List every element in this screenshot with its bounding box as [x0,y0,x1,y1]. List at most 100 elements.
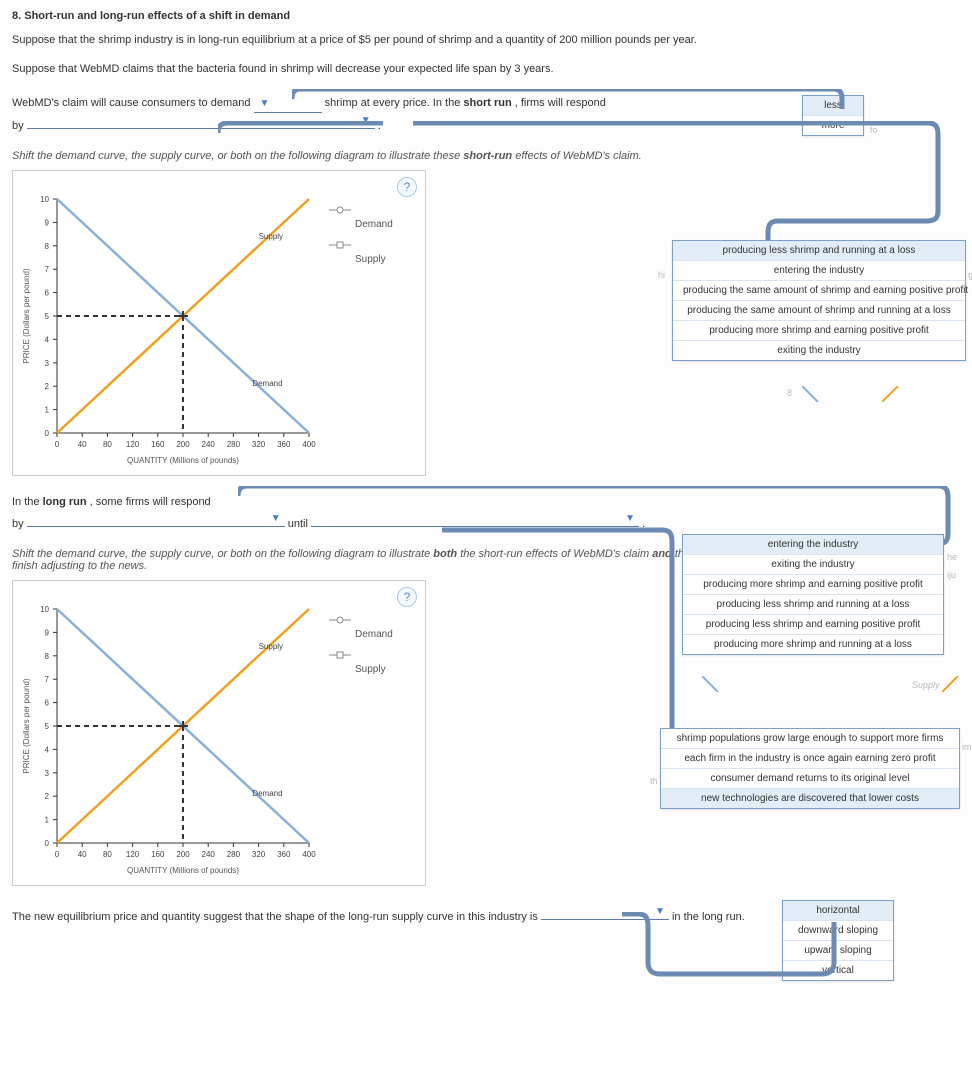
svg-text:Demand: Demand [252,789,282,798]
dropdown-option[interactable]: producing less shrimp and running at a l… [673,241,965,261]
text-fragment: , firms will respond [515,97,606,109]
legend-label: Supply [355,254,386,265]
dropdown-option[interactable]: downward sloping [783,921,893,941]
text-bold: and [652,548,672,560]
dropdown-long-run-response[interactable]: ▼ [27,511,285,527]
legend-symbol-demand [329,615,351,625]
dropdown-short-run-response[interactable]: ▼ [27,113,375,129]
dropdown-option[interactable]: new technologies are discovered that low… [661,789,959,808]
text-fragment: by [12,120,27,132]
ghost-text: hi [658,270,665,280]
svg-text:9: 9 [45,218,50,227]
svg-text:8: 8 [45,652,50,661]
dropdown-option[interactable]: producing less shrimp and running at a l… [683,595,943,615]
svg-text:7: 7 [45,265,50,274]
ghost-line [882,386,902,402]
text-fragment: Shift the demand curve, the supply curve… [12,150,463,162]
help-icon[interactable]: ? [397,177,417,197]
svg-text:200: 200 [176,850,190,859]
dropdown-option[interactable]: less [803,96,863,116]
legend-symbol-demand [329,205,351,215]
dropdown-option[interactable]: shrimp populations grow large enough to … [661,729,959,749]
dropdown-option[interactable]: horizontal [783,901,893,921]
text-fragment: by [12,518,27,530]
dropdown-until-condition[interactable]: ▼ [311,511,639,527]
dropdown-option[interactable]: producing the same amount of shrimp and … [673,281,965,301]
svg-text:4: 4 [45,745,50,754]
dropdown-options-until[interactable]: shrimp populations grow large enough to … [660,728,960,809]
svg-text:QUANTITY (Millions of pounds): QUANTITY (Millions of pounds) [127,456,239,465]
dropdown-option[interactable]: consumer demand returns to its original … [661,769,959,789]
dropdown-option[interactable]: exiting the industry [683,555,943,575]
svg-text:10: 10 [40,605,49,614]
dropdown-option[interactable]: upward sloping [783,941,893,961]
text-fragment: the short-run effects of WebMD's claim [460,548,652,560]
svg-text:9: 9 [45,628,50,637]
ghost-text: im [962,742,972,752]
intro-paragraph-1: Suppose that the shrimp industry is in l… [12,32,960,49]
svg-text:1: 1 [45,816,50,825]
svg-text:0: 0 [55,440,60,449]
caret-down-icon: ▼ [258,98,270,109]
dropdown-option[interactable]: producing more shrimp and running at a l… [683,635,943,654]
chart-legend: Demand Supply [329,201,393,269]
svg-text:7: 7 [45,675,50,684]
dropdown-option[interactable]: vertical [783,961,893,980]
svg-text:360: 360 [277,850,291,859]
svg-text:0: 0 [55,850,60,859]
svg-text:400: 400 [302,440,316,449]
legend-label: Supply [355,664,386,675]
ghost-text: grar [968,270,972,280]
svg-text:280: 280 [227,440,241,449]
diagram-1[interactable]: ? 04080120160200240280320360400012345678… [12,170,426,476]
dropdown-option[interactable]: entering the industry [683,535,943,555]
dropdown-option[interactable]: producing the same amount of shrimp and … [673,301,965,321]
dropdown-supply-shape[interactable]: ▼ [541,904,669,920]
dropdown-option[interactable]: entering the industry [673,261,965,281]
svg-text:120: 120 [126,850,140,859]
dropdown-option[interactable]: producing more shrimp and earning positi… [683,575,943,595]
dropdown-options-shape[interactable]: horizontal downward sloping upward slopi… [782,900,894,981]
dropdown-option[interactable]: exiting the industry [673,341,965,360]
svg-text:280: 280 [227,850,241,859]
svg-text:400: 400 [302,850,316,859]
svg-text:40: 40 [78,850,87,859]
text-bold: both [433,548,457,560]
svg-text:120: 120 [126,440,140,449]
dropdown-options-amount[interactable]: less more [802,95,864,136]
ghost-text: fo [870,125,878,135]
svg-text:2: 2 [45,382,50,391]
svg-text:240: 240 [202,440,216,449]
supply-demand-chart[interactable]: 0408012016020024028032036040001234567891… [19,599,319,879]
svg-text:1: 1 [45,406,50,415]
text-fragment: The new equilibrium price and quantity s… [12,911,541,923]
dropdown-option[interactable]: producing more shrimp and earning positi… [673,321,965,341]
diagram-2[interactable]: ? 04080120160200240280320360400012345678… [12,580,426,886]
svg-text:5: 5 [45,312,50,321]
svg-text:PRICE (Dollars per pound): PRICE (Dollars per pound) [22,678,31,773]
help-icon[interactable]: ? [397,587,417,607]
svg-text:QUANTITY (Millions of pounds): QUANTITY (Millions of pounds) [127,866,239,875]
ghost-line [802,386,822,402]
dropdown-option[interactable]: each firm in the industry is once again … [661,749,959,769]
supply-demand-chart[interactable]: 0408012016020024028032036040001234567891… [19,189,319,469]
text-fragment: . [642,518,645,530]
legend-symbol-supply [329,650,351,660]
ghost-line [942,676,962,692]
caret-down-icon: ▼ [359,113,371,128]
dropdown-demand-amount[interactable]: ▼ [254,95,322,113]
sentence-long-run: In the long run , some firms will respon… [12,494,960,532]
dropdown-option[interactable]: producing less shrimp and earning positi… [683,615,943,635]
dropdown-options-long-run[interactable]: entering the industry exiting the indust… [682,534,944,655]
caret-down-icon: ▼ [269,511,281,526]
ghost-text: 8 [787,388,792,398]
svg-text:Supply: Supply [259,232,283,241]
ghost-text: Supply [912,680,940,690]
dropdown-options-short-run[interactable]: producing less shrimp and running at a l… [672,240,966,361]
svg-text:160: 160 [151,850,165,859]
svg-text:6: 6 [45,289,50,298]
svg-text:2: 2 [45,792,50,801]
svg-text:10: 10 [40,195,49,204]
ghost-text: he [947,552,957,562]
dropdown-option[interactable]: more [803,116,863,135]
